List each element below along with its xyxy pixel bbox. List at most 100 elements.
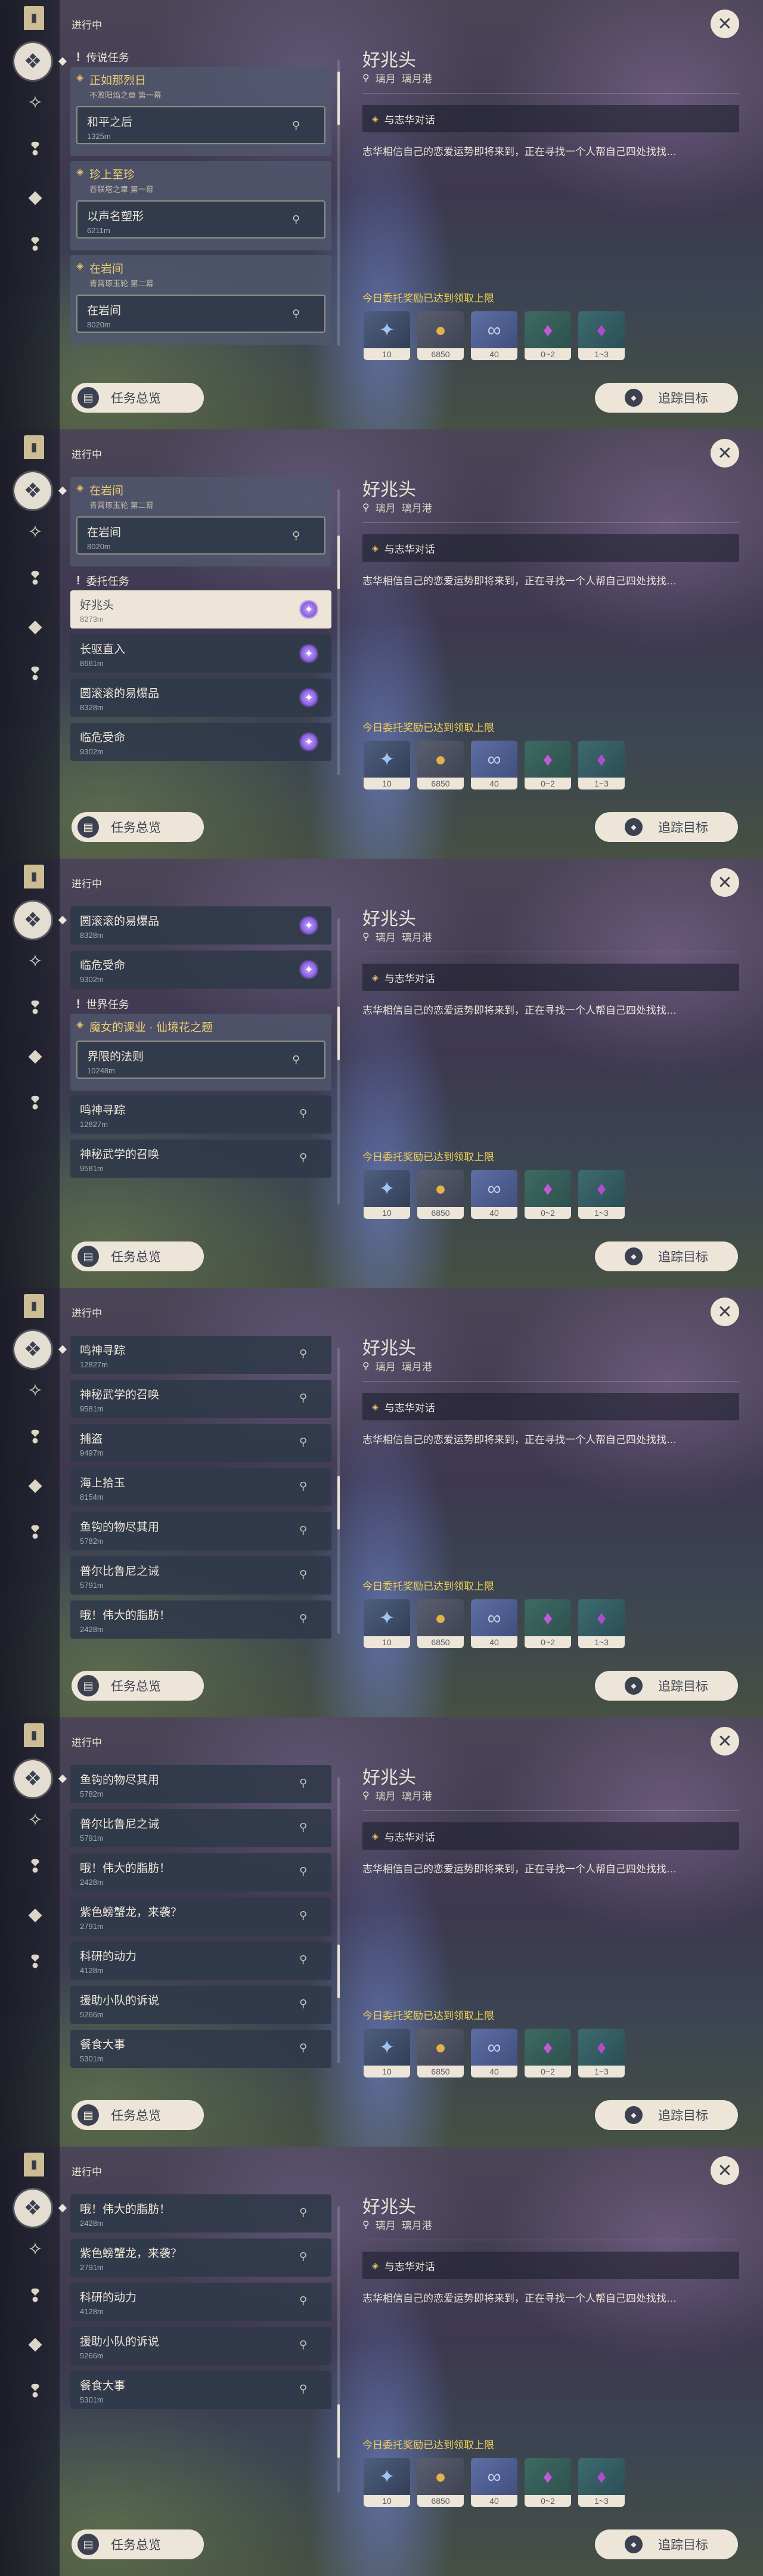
- map-pin-icon[interactable]: ⚲: [299, 1865, 308, 1877]
- reward-item[interactable]: ✦ 10: [364, 1599, 410, 1648]
- scroll-thumb[interactable]: [337, 535, 340, 589]
- map-pin-icon[interactable]: ⚲: [292, 119, 300, 131]
- quest-list-scrollbar[interactable]: [337, 489, 340, 775]
- archon-icon[interactable]: ✧: [23, 2237, 48, 2262]
- scroll-thumb[interactable]: [337, 2404, 340, 2458]
- quest-entry[interactable]: 和平之后 1325m ⚲: [76, 106, 325, 144]
- map-pin-icon[interactable]: ⚲: [299, 1612, 308, 1624]
- story-icon[interactable]: ❢: [23, 996, 48, 1021]
- map-pin-icon[interactable]: ⚲: [299, 1524, 308, 1536]
- commission-icon[interactable]: ❢: [23, 662, 48, 687]
- map-pin-icon[interactable]: ⚲: [299, 1821, 308, 1833]
- quest-list[interactable]: 鸣神寻踪 12827m ⚲ 神秘武学的召唤 9581m ⚲ 捕盗 9497m ⚲ 海上拾玉 8154…: [70, 1336, 331, 1646]
- quest-entry[interactable]: 鸣神寻踪 12827m ⚲: [70, 1336, 331, 1374]
- quest-entry[interactable]: 鱼钩的物尽其用 5782m ⚲: [70, 1512, 331, 1550]
- track-objective-button[interactable]: ◆ 追踪目标: [595, 383, 738, 413]
- quest-list-scrollbar[interactable]: [337, 1777, 340, 2063]
- map-pin-icon[interactable]: ⚲: [299, 1151, 308, 1163]
- world-icon[interactable]: ◆: [23, 2332, 48, 2357]
- reward-item[interactable]: ♦ 1~3: [578, 1170, 625, 1219]
- quest-list-scrollbar[interactable]: [337, 1348, 340, 1634]
- quest-chain[interactable]: 在岩间青霄琢玉轮 第二幕在岩间8020m⚲: [70, 255, 331, 345]
- map-pin-icon[interactable]: ⚲: [299, 2206, 308, 2218]
- reward-item[interactable]: ♦ 1~3: [578, 1599, 625, 1648]
- map-pin-icon[interactable]: ⚲: [299, 2042, 308, 2054]
- quest-overview-button[interactable]: ▤ 任务总览: [72, 2100, 204, 2130]
- bookmark-icon[interactable]: ▮: [24, 6, 44, 30]
- quest-entry[interactable]: 临危受命 9302m ✦: [70, 723, 331, 761]
- quest-list[interactable]: 在岩间青霄琢玉轮 第二幕在岩间8020m⚲!委托任务好兆头8273m✦长驱直入8…: [70, 477, 331, 787]
- map-pin-icon[interactable]: ⚲: [299, 1909, 308, 1921]
- reward-item[interactable]: ∞ 40: [471, 2458, 517, 2507]
- quest-entry[interactable]: 长驱直入 8661m ✦: [70, 634, 331, 673]
- quest-entry[interactable]: 在岩间 8020m ⚲: [76, 295, 325, 333]
- all-quests-icon[interactable]: ❖: [14, 1331, 51, 1368]
- story-icon[interactable]: ❢: [23, 1425, 48, 1450]
- world-icon[interactable]: ◆: [23, 614, 48, 639]
- quest-entry[interactable]: 圆滚滚的易爆品 8328m ✦: [70, 679, 331, 717]
- quest-list[interactable]: 鱼钩的物尽其用 5782m ⚲ 普尔比鲁尼之诫 5791m ⚲ 哦！伟大的脂肪！ 2428m ⚲…: [70, 1765, 331, 2075]
- reward-item[interactable]: ✦ 10: [364, 1170, 410, 1219]
- close-button[interactable]: ✕: [711, 1298, 739, 1326]
- quest-list-scrollbar[interactable]: [337, 918, 340, 1205]
- quest-entry[interactable]: 以声名塑形 6211m ⚲: [76, 200, 325, 239]
- reward-item[interactable]: ♦ 0~2: [525, 2458, 571, 2507]
- reward-item[interactable]: ∞ 40: [471, 2029, 517, 2077]
- map-pin-icon[interactable]: ⚲: [299, 1436, 308, 1448]
- map-pin-icon[interactable]: ⚲: [299, 1348, 308, 1360]
- world-icon[interactable]: ◆: [23, 1473, 48, 1498]
- scroll-thumb[interactable]: [337, 1476, 340, 1530]
- commission-icon[interactable]: ❢: [23, 233, 48, 258]
- quest-entry[interactable]: 科研的动力 4128m ⚲: [70, 1942, 331, 1980]
- track-objective-button[interactable]: ◆ 追踪目标: [595, 2100, 738, 2130]
- reward-item[interactable]: ● 6850: [417, 741, 464, 789]
- reward-item[interactable]: ∞ 40: [471, 311, 517, 360]
- quest-entry-selected[interactable]: 好兆头 8273m ✦: [70, 590, 331, 628]
- close-button[interactable]: ✕: [711, 2156, 739, 2185]
- close-button[interactable]: ✕: [711, 10, 739, 38]
- reward-item[interactable]: ● 6850: [417, 311, 464, 360]
- commission-icon[interactable]: ❢: [23, 2379, 48, 2404]
- close-button[interactable]: ✕: [711, 439, 739, 467]
- quest-entry[interactable]: 哦！伟大的脂肪！ 2428m ⚲: [70, 2194, 331, 2233]
- quest-entry[interactable]: 援助小队的诉说 5266m ⚲: [70, 2327, 331, 2365]
- close-button[interactable]: ✕: [711, 868, 739, 897]
- reward-item[interactable]: ✦ 10: [364, 2029, 410, 2077]
- quest-entry[interactable]: 海上拾玉 8154m ⚲: [70, 1468, 331, 1506]
- world-icon[interactable]: ◆: [23, 1902, 48, 1927]
- quest-entry[interactable]: 神秘武学的召唤 9581m ⚲: [70, 1380, 331, 1418]
- reward-item[interactable]: ♦ 0~2: [525, 2029, 571, 2077]
- commission-gem-icon[interactable]: ✦: [299, 644, 318, 663]
- reward-item[interactable]: ● 6850: [417, 1599, 464, 1648]
- commission-icon[interactable]: ❢: [23, 1091, 48, 1116]
- story-icon[interactable]: ❢: [23, 2284, 48, 2309]
- archon-icon[interactable]: ✧: [23, 1379, 48, 1404]
- archon-icon[interactable]: ✧: [23, 1808, 48, 1833]
- story-icon[interactable]: ❢: [23, 137, 48, 162]
- reward-item[interactable]: ● 6850: [417, 2029, 464, 2077]
- reward-item[interactable]: ♦ 0~2: [525, 1170, 571, 1219]
- reward-item[interactable]: ♦ 1~3: [578, 2458, 625, 2507]
- quest-chain[interactable]: 正如那烈日不败阳焰之章 第一幕和平之后 1325m ⚲: [70, 67, 331, 156]
- quest-entry[interactable]: 临危受命 9302m ✦: [70, 950, 331, 989]
- commission-gem-icon[interactable]: ✦: [299, 600, 318, 619]
- quest-entry[interactable]: 哦！伟大的脂肪！ 2428m ⚲: [70, 1853, 331, 1891]
- all-quests-icon[interactable]: ❖: [14, 472, 51, 509]
- quest-entry[interactable]: 餐食大事 5301m ⚲: [70, 2030, 331, 2068]
- bookmark-icon[interactable]: ▮: [24, 2153, 44, 2176]
- reward-item[interactable]: ♦ 1~3: [578, 311, 625, 360]
- all-quests-icon[interactable]: ❖: [14, 902, 51, 939]
- scroll-thumb[interactable]: [337, 72, 340, 125]
- reward-item[interactable]: ● 6850: [417, 1170, 464, 1219]
- scroll-thumb[interactable]: [337, 1945, 340, 1998]
- scroll-thumb[interactable]: [337, 1007, 340, 1060]
- world-icon[interactable]: ◆: [23, 185, 48, 210]
- map-pin-icon[interactable]: ⚲: [299, 2339, 308, 2351]
- archon-icon[interactable]: ✧: [23, 949, 48, 974]
- quest-overview-button[interactable]: ▤ 任务总览: [72, 383, 204, 413]
- quest-entry[interactable]: 紫色螃蟹龙，来袭？ 2791m ⚲: [70, 2238, 331, 2277]
- world-icon[interactable]: ◆: [23, 1044, 48, 1069]
- commission-gem-icon[interactable]: ✦: [299, 688, 318, 707]
- quest-list-scrollbar[interactable]: [337, 2206, 340, 2493]
- quest-entry[interactable]: 科研的动力 4128m ⚲: [70, 2283, 331, 2321]
